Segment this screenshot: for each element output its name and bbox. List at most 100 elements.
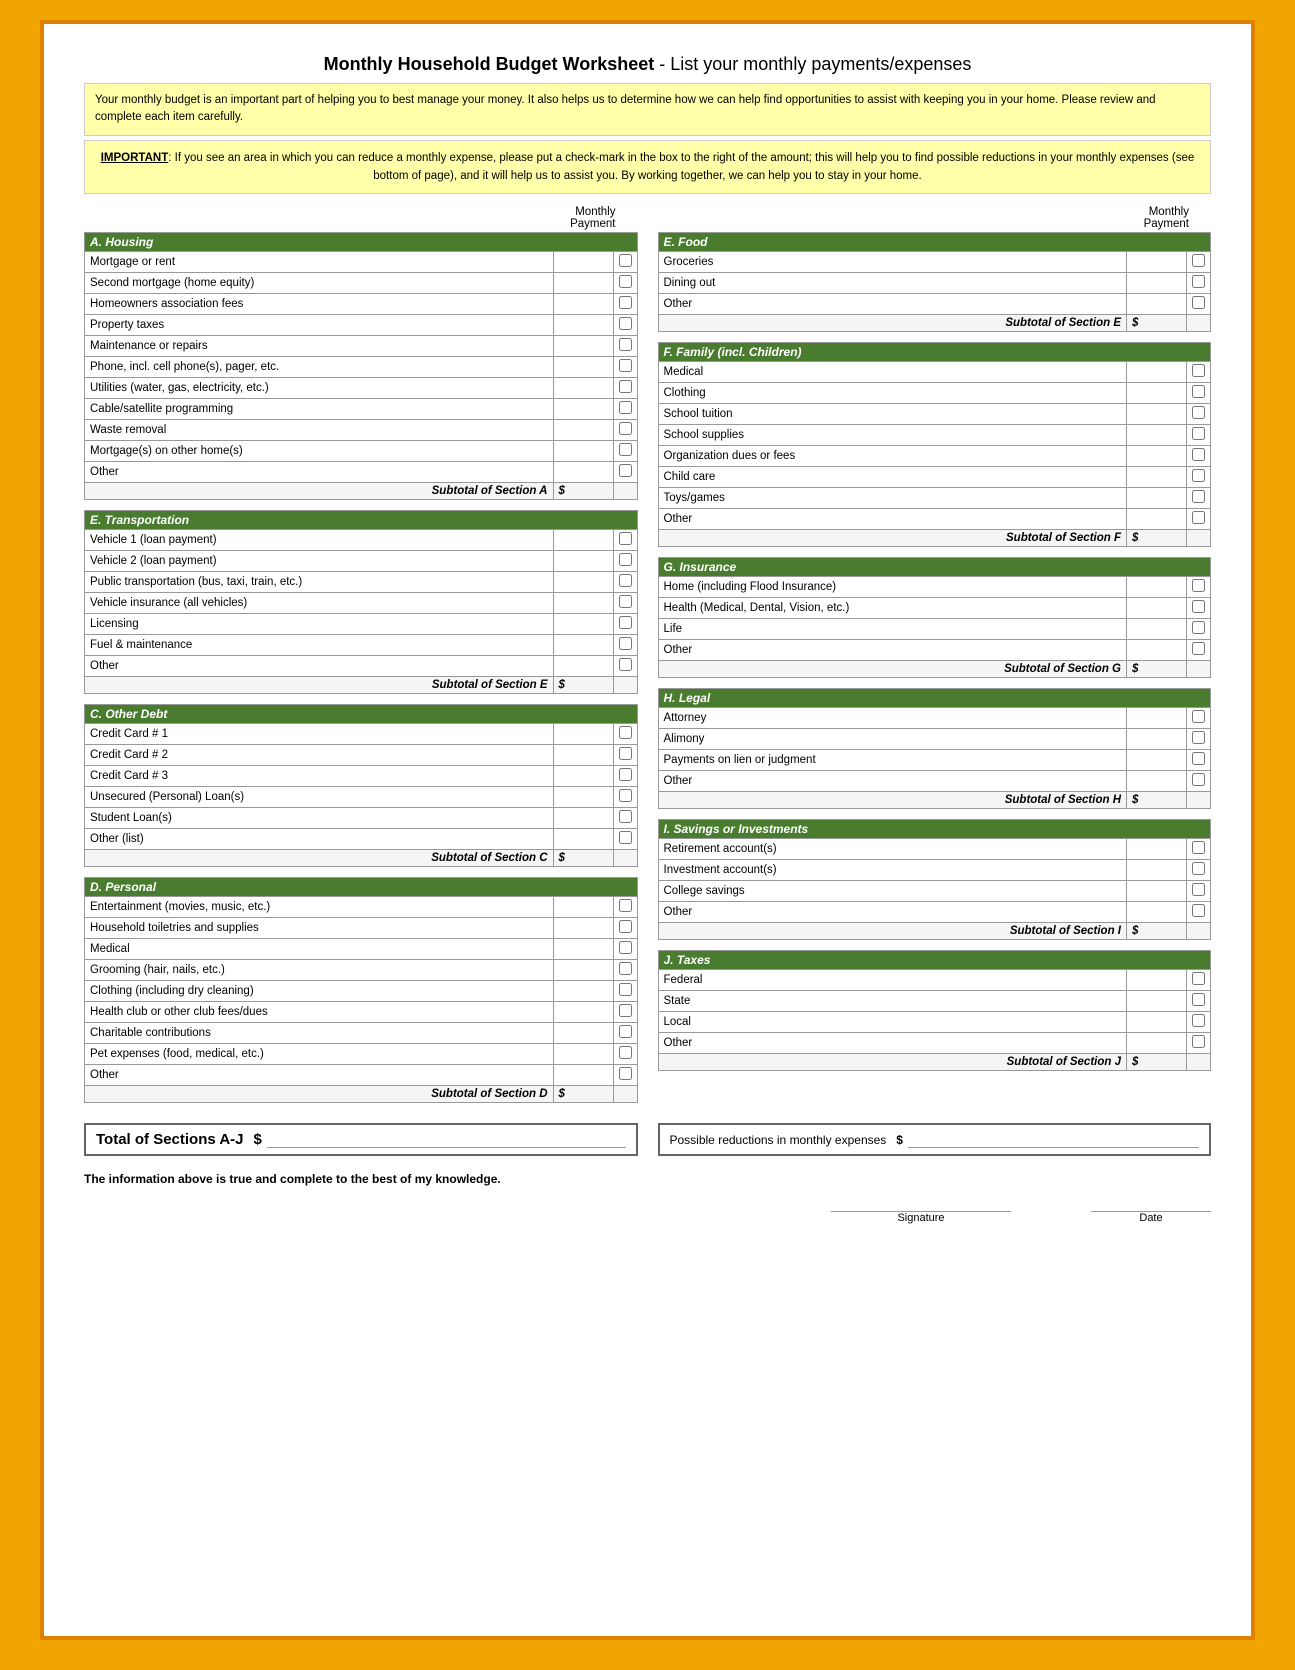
home-insurance-check[interactable] <box>1192 579 1205 592</box>
org-dues-input[interactable] <box>1132 449 1181 464</box>
groceries-check[interactable] <box>1192 254 1205 267</box>
hoa-input[interactable] <box>559 297 608 312</box>
waste-check[interactable] <box>619 422 632 435</box>
dining-check[interactable] <box>1192 275 1205 288</box>
possible-reductions-input[interactable] <box>908 1132 1199 1148</box>
attorney-check[interactable] <box>1192 710 1205 723</box>
other-debt-input[interactable] <box>559 832 608 847</box>
f-other-input[interactable] <box>1132 512 1181 527</box>
grooming-check[interactable] <box>619 962 632 975</box>
second-mortgage-input[interactable] <box>559 276 608 291</box>
org-dues-check[interactable] <box>1192 448 1205 461</box>
school-tuition-input[interactable] <box>1132 407 1181 422</box>
federal-tax-input[interactable] <box>1132 973 1181 988</box>
mortgage-rent-input[interactable] <box>559 255 608 270</box>
d-other-check[interactable] <box>619 1067 632 1080</box>
mortgage-rent-check[interactable] <box>619 254 632 267</box>
maintenance-input[interactable] <box>559 339 608 354</box>
alimony-input[interactable] <box>1132 732 1181 747</box>
vehicle-insurance-check[interactable] <box>619 595 632 608</box>
investment-check[interactable] <box>1192 862 1205 875</box>
f-other-check[interactable] <box>1192 511 1205 524</box>
utilities-check[interactable] <box>619 380 632 393</box>
personal-loan-input[interactable] <box>559 790 608 805</box>
d-clothing-input[interactable] <box>559 984 608 999</box>
health-insurance-input[interactable] <box>1132 601 1181 616</box>
g-other-check[interactable] <box>1192 642 1205 655</box>
other-debt-check[interactable] <box>619 831 632 844</box>
lien-input[interactable] <box>1132 753 1181 768</box>
i-other-check[interactable] <box>1192 904 1205 917</box>
phone-check[interactable] <box>619 359 632 372</box>
alimony-check[interactable] <box>1192 731 1205 744</box>
local-tax-input[interactable] <box>1132 1015 1181 1030</box>
school-supplies-input[interactable] <box>1132 428 1181 443</box>
cc3-check[interactable] <box>619 768 632 781</box>
student-loan-check[interactable] <box>619 810 632 823</box>
second-mortgage-check[interactable] <box>619 275 632 288</box>
college-savings-check[interactable] <box>1192 883 1205 896</box>
school-supplies-check[interactable] <box>1192 427 1205 440</box>
cable-check[interactable] <box>619 401 632 414</box>
maintenance-check[interactable] <box>619 338 632 351</box>
pet-input[interactable] <box>559 1047 608 1062</box>
i-other-input[interactable] <box>1132 905 1181 920</box>
life-insurance-input[interactable] <box>1132 622 1181 637</box>
licensing-check[interactable] <box>619 616 632 629</box>
f-medical-input[interactable] <box>1132 365 1181 380</box>
property-taxes-check[interactable] <box>619 317 632 330</box>
d-clothing-check[interactable] <box>619 983 632 996</box>
public-transport-check[interactable] <box>619 574 632 587</box>
childcare-check[interactable] <box>1192 469 1205 482</box>
housing-other-input[interactable] <box>559 465 608 480</box>
cc1-check[interactable] <box>619 726 632 739</box>
pet-check[interactable] <box>619 1046 632 1059</box>
cable-input[interactable] <box>559 402 608 417</box>
household-supplies-input[interactable] <box>559 921 608 936</box>
home-insurance-input[interactable] <box>1132 580 1181 595</box>
entertainment-input[interactable] <box>559 900 608 915</box>
grooming-input[interactable] <box>559 963 608 978</box>
licensing-input[interactable] <box>559 617 608 632</box>
local-tax-check[interactable] <box>1192 1014 1205 1027</box>
property-taxes-input[interactable] <box>559 318 608 333</box>
j-other-check[interactable] <box>1192 1035 1205 1048</box>
lien-check[interactable] <box>1192 752 1205 765</box>
investment-input[interactable] <box>1132 863 1181 878</box>
utilities-input[interactable] <box>559 381 608 396</box>
h-other-input[interactable] <box>1132 774 1181 789</box>
charitable-input[interactable] <box>559 1026 608 1041</box>
vehicle2-check[interactable] <box>619 553 632 566</box>
j-other-input[interactable] <box>1132 1036 1181 1051</box>
personal-loan-check[interactable] <box>619 789 632 802</box>
waste-input[interactable] <box>559 423 608 438</box>
total-input[interactable] <box>267 1132 626 1148</box>
vehicle2-input[interactable] <box>559 554 608 569</box>
charitable-check[interactable] <box>619 1025 632 1038</box>
vehicle1-check[interactable] <box>619 532 632 545</box>
toys-input[interactable] <box>1132 491 1181 506</box>
transport-other-check[interactable] <box>619 658 632 671</box>
health-insurance-check[interactable] <box>1192 600 1205 613</box>
cc2-input[interactable] <box>559 748 608 763</box>
state-tax-check[interactable] <box>1192 993 1205 1006</box>
vehicle-insurance-input[interactable] <box>559 596 608 611</box>
transport-other-input[interactable] <box>559 659 608 674</box>
federal-tax-check[interactable] <box>1192 972 1205 985</box>
other-mortgage-check[interactable] <box>619 443 632 456</box>
college-savings-input[interactable] <box>1132 884 1181 899</box>
d-medical-check[interactable] <box>619 941 632 954</box>
public-transport-input[interactable] <box>559 575 608 590</box>
attorney-input[interactable] <box>1132 711 1181 726</box>
phone-input[interactable] <box>559 360 608 375</box>
cc3-input[interactable] <box>559 769 608 784</box>
retirement-check[interactable] <box>1192 841 1205 854</box>
dining-input[interactable] <box>1132 276 1181 291</box>
food-other-check[interactable] <box>1192 296 1205 309</box>
cc1-input[interactable] <box>559 727 608 742</box>
health-club-check[interactable] <box>619 1004 632 1017</box>
f-medical-check[interactable] <box>1192 364 1205 377</box>
d-medical-input[interactable] <box>559 942 608 957</box>
household-supplies-check[interactable] <box>619 920 632 933</box>
cc2-check[interactable] <box>619 747 632 760</box>
